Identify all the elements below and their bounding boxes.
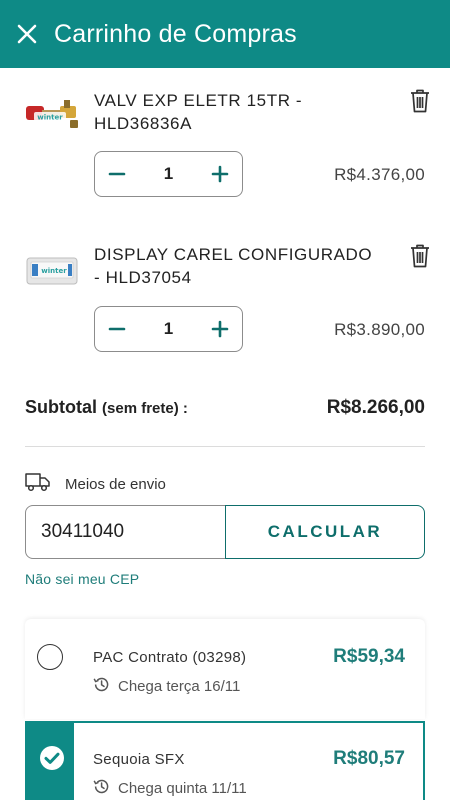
cep-input[interactable] — [25, 505, 226, 559]
divider — [25, 446, 425, 447]
trash-icon[interactable] — [410, 89, 430, 113]
shipping-label: Meios de envio — [25, 472, 166, 497]
truck-icon — [25, 472, 51, 497]
item-name[interactable]: DISPLAY CAREL CONFIGURADO - HLD37054 — [94, 243, 374, 289]
quantity-value[interactable]: 1 — [164, 164, 173, 184]
subtotal-row: Subtotal (sem frete) : R$8.266,00 — [25, 397, 425, 419]
svg-text:winter: winter — [41, 267, 67, 275]
close-icon[interactable] — [16, 23, 38, 45]
eta-text: Chega terça 16/11 — [118, 678, 241, 695]
increase-button[interactable] — [208, 162, 232, 186]
item-price: R$3.890,00 — [334, 320, 425, 339]
svg-text:winter: winter — [37, 114, 63, 122]
radio-button[interactable] — [37, 644, 63, 670]
history-icon — [93, 778, 110, 799]
subtotal-note: (sem frete) : — [102, 400, 188, 417]
calculate-button[interactable]: CALCULAR — [225, 505, 425, 559]
shipping-option[interactable]: PAC Contrato (03298) R$59,34 Chega terça… — [25, 619, 425, 719]
quantity-value[interactable]: 1 — [164, 319, 173, 339]
header-bar: Carrinho de Compras — [0, 0, 450, 68]
increase-button[interactable] — [208, 317, 232, 341]
shipping-option-selected[interactable]: Sequoia SFX R$80,57 Chega quinta 11/11 — [25, 721, 425, 800]
eta-text: Chega quinta 11/11 — [118, 780, 247, 797]
shipping-option-name: Sequoia SFX — [93, 751, 185, 768]
shipping-option-price: R$80,57 — [333, 748, 405, 769]
shipping-label-text: Meios de envio — [65, 476, 166, 493]
history-icon — [93, 676, 110, 697]
subtotal-value: R$8.266,00 — [326, 397, 425, 418]
shipping-option-eta: Chega terça 16/11 — [93, 676, 240, 697]
shipping-options: PAC Contrato (03298) R$59,34 Chega terça… — [25, 619, 425, 800]
page-title: Carrinho de Compras — [54, 19, 297, 48]
shipping-option-name: PAC Contrato (03298) — [93, 649, 247, 666]
subtotal-label-text: Subtotal — [25, 397, 97, 417]
quantity-stepper: 1 — [94, 151, 243, 197]
subtotal-label: Subtotal (sem frete) : — [25, 397, 188, 418]
cep-help-link[interactable]: Não sei meu CEP — [25, 571, 139, 587]
decrease-button[interactable] — [105, 162, 129, 186]
decrease-button[interactable] — [105, 317, 129, 341]
trash-icon[interactable] — [410, 244, 430, 268]
item-name[interactable]: VALV EXP ELETR 15TR - HLD36836A — [94, 89, 374, 135]
quantity-stepper: 1 — [94, 306, 243, 352]
valve-product-image[interactable]: winter — [24, 96, 80, 136]
item-price: R$4.376,00 — [334, 165, 425, 184]
shipping-option-eta: Chega quinta 11/11 — [93, 778, 247, 799]
shipping-option-price: R$59,34 — [333, 646, 405, 667]
check-circle-icon[interactable] — [39, 745, 65, 771]
display-product-image[interactable]: winter — [24, 252, 80, 292]
